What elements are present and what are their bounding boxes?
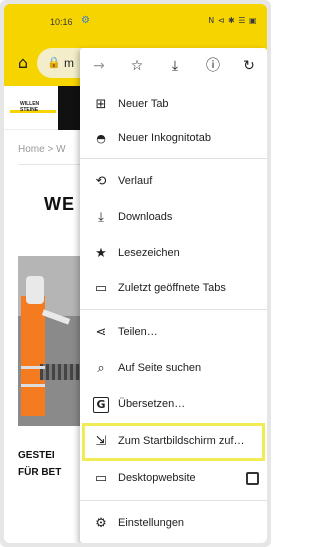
menu-item-downloads[interactable]: ⤓ Downloads [80,201,267,235]
menu-item-label: Lesezeichen [118,247,180,259]
menu-item-new-tab[interactable]: ⊞ Neuer Tab [80,88,267,122]
menu-item-label: Neuer Tab [118,98,169,110]
menu-item-translate[interactable]: G Übersetzen… [80,388,267,422]
gear-icon: ⚙ [81,15,90,26]
phone-screen: 10:16 ⚙ N ⊲ ✱ ☰ ▣ ⌂ 🔒 m WILLEN STEINE Ho… [4,4,267,543]
breadcrumb[interactable]: Home > W [18,144,66,155]
incognito-icon: ◓ [96,132,106,145]
find-in-page-icon: ⌕ [97,361,105,376]
menu-item-label: Zum Startbildschirm zuf… [118,435,245,447]
menu-divider [80,500,267,501]
menu-item-desktop-site[interactable]: ▭ Desktopwebsite [80,462,267,496]
downloads-icon: ⤓ [98,210,104,225]
desktop-site-checkbox[interactable] [246,472,259,485]
page-headline: WE [44,194,75,214]
bookmark-star-icon[interactable]: ☆ [126,56,148,76]
menu-divider [80,158,267,159]
menu-item-settings[interactable]: ⚙ Einstellungen [80,507,267,541]
page-subheading-line2: FÜR BET [18,467,62,478]
menu-item-label: Neuer Inkognitotab [118,132,211,144]
menu-item-label: Zuletzt geöffnete Tabs [118,282,226,294]
site-logo[interactable]: WILLEN STEINE [10,101,56,115]
menu-divider [80,309,267,310]
menu-item-add-to-home-screen[interactable]: ⇲ Zum Startbildschirm zuf… [80,425,267,459]
new-tab-icon: ⊞ [95,97,107,112]
screenshot-frame: 10:16 ⚙ N ⊲ ✱ ☰ ▣ ⌂ 🔒 m WILLEN STEINE Ho… [0,0,271,547]
translate-icon: G [93,397,109,413]
bookmarks-icon: ★ [95,246,107,261]
share-icon: ⋖ [95,325,107,340]
divider [18,164,88,165]
menu-item-share[interactable]: ⋖ Teilen… [80,316,267,350]
status-time: 10:16 [50,17,73,27]
menu-item-recent-tabs[interactable]: ▭ Zuletzt geöffnete Tabs [80,272,267,306]
download-icon[interactable]: ⤓ [164,56,186,76]
menu-item-find-in-page[interactable]: ⌕ Auf Seite suchen [80,352,267,386]
page-subheading-line1: GESTEI [18,450,55,461]
menu-item-label: Desktopwebsite [118,472,196,484]
settings-icon: ⚙ [95,516,107,531]
url-text: m [64,56,74,70]
menu-toolbar: → ☆ ⤓ ⓘ ↻ [80,48,267,82]
add-to-home-icon: ⇲ [95,434,107,449]
menu-item-bookmarks[interactable]: ★ Lesezeichen [80,237,267,271]
worker-photo [18,256,88,426]
menu-item-label: Übersetzen… [118,398,186,410]
desktop-icon: ▭ [94,471,108,486]
recent-tabs-icon: ▭ [94,281,108,296]
status-bar: 10:16 ⚙ N ⊲ ✱ ☰ ▣ [4,4,267,40]
forward-icon[interactable]: → [88,56,110,76]
status-indicators: N ⊲ ✱ ☰ ▣ [208,16,257,25]
lock-icon: 🔒 [47,56,61,69]
menu-item-label: Downloads [118,211,173,223]
menu-item-label: Teilen… [118,326,158,338]
menu-item-incognito[interactable]: ◓ Neuer Inkognitotab [80,122,267,156]
menu-item-label: Auf Seite suchen [118,362,202,374]
menu-item-label: Verlauf [118,175,153,187]
home-icon[interactable]: ⌂ [13,53,33,73]
info-icon[interactable]: ⓘ [202,56,224,76]
menu-item-history[interactable]: ⟲ Verlauf [80,165,267,199]
browser-overflow-menu: → ☆ ⤓ ⓘ ↻ ⊞ Neuer Tab ◓ Neuer Inkognitot… [80,48,267,543]
menu-item-label: Einstellungen [118,517,185,529]
history-icon: ⟲ [95,174,107,189]
reload-icon[interactable]: ↻ [238,56,260,76]
